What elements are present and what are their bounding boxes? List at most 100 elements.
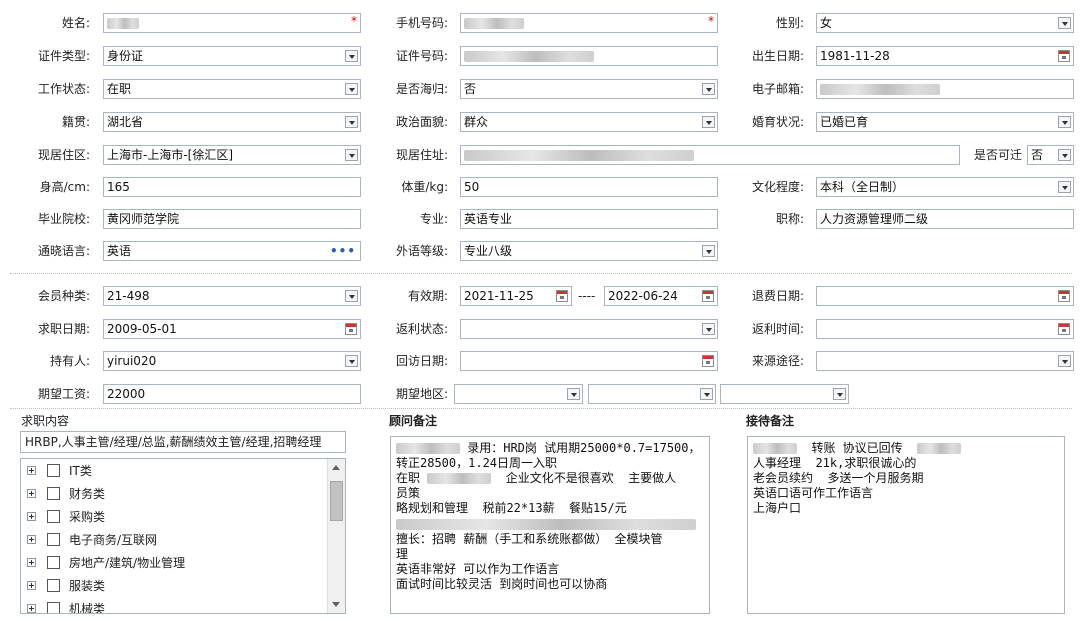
name-input[interactable]: * <box>103 13 361 33</box>
job-date-input[interactable]: 2009-05-01 <box>103 319 361 339</box>
chevron-down-icon[interactable] <box>1058 17 1071 29</box>
calendar-icon[interactable] <box>1058 290 1070 302</box>
holder-value: yirui020 <box>107 354 157 368</box>
email-input[interactable] <box>816 79 1074 99</box>
checkbox[interactable] <box>47 579 60 592</box>
required-mark: * <box>708 14 714 28</box>
calendar-icon[interactable] <box>1058 323 1070 335</box>
id-no-input[interactable] <box>460 46 718 66</box>
valid-from-input[interactable]: 2021-11-25 <box>460 286 572 306</box>
checkbox[interactable] <box>47 602 60 613</box>
more-icon[interactable]: ••• <box>330 242 356 260</box>
title-input[interactable]: 人力资源管理师二级 <box>816 209 1074 229</box>
school-input[interactable]: 黄冈师范学院 <box>103 209 361 229</box>
tree-scrollbar[interactable] <box>327 459 345 613</box>
holder-select[interactable]: yirui020 <box>103 351 361 371</box>
chevron-down-icon[interactable] <box>1058 181 1071 193</box>
lang-level-label: 外语等级: <box>395 244 448 258</box>
note-line: 转账 协议已回传 <box>753 441 962 456</box>
major-value: 英语专业 <box>464 212 513 226</box>
job-category-tree[interactable]: IT类 财务类 采购类 电子商务/互联网 房地产/建筑/物业管理 服装类 机械类 <box>20 458 346 614</box>
chevron-down-icon[interactable] <box>345 355 358 367</box>
chevron-down-icon[interactable] <box>345 149 358 161</box>
calendar-icon[interactable] <box>702 355 714 367</box>
reception-notes-textarea[interactable]: 转账 协议已回传 人事经理 21k,求职很诚心的 老会员续约 多送一个月服务期 … <box>747 436 1065 614</box>
chevron-down-icon[interactable] <box>345 116 358 128</box>
id-type-select[interactable]: 身份证 <box>103 46 361 66</box>
scroll-down-icon[interactable] <box>332 602 340 607</box>
member-type-select[interactable]: 21-498 <box>103 286 361 306</box>
consultant-notes-textarea[interactable]: 录用：HRD岗 试用期25000*0.7=17500， 转正28500，1.24… <box>390 436 710 614</box>
gender-select[interactable]: 女 <box>816 13 1074 33</box>
note-line: 略规划和管理 税前22*13薪 餐贴15/元 <box>396 501 627 515</box>
major-input[interactable]: 英语专业 <box>460 209 718 229</box>
height-value: 165 <box>107 180 130 194</box>
relocate-select[interactable]: 否 <box>1027 145 1074 165</box>
required-mark: * <box>351 14 357 28</box>
job-summary-field[interactable]: HRBP,人事主管/经理/总监,薪酬绩效主管/经理,招聘经理 <box>20 431 346 453</box>
calendar-icon[interactable] <box>1058 50 1070 62</box>
chevron-down-icon[interactable] <box>567 388 580 400</box>
expand-icon[interactable] <box>27 535 36 544</box>
expand-icon[interactable] <box>27 558 36 567</box>
chevron-down-icon[interactable] <box>1058 149 1071 161</box>
holder-label: 持有人: <box>49 354 90 368</box>
expand-icon[interactable] <box>27 512 36 521</box>
checkbox[interactable] <box>47 487 60 500</box>
region-province-select[interactable] <box>454 384 583 404</box>
overseas-select[interactable]: 否 <box>460 79 718 99</box>
redacted-text <box>753 443 797 454</box>
education-value: 本科（全日制） <box>820 180 905 194</box>
rebate-status-select[interactable] <box>460 319 718 339</box>
checkbox[interactable] <box>47 533 60 546</box>
source-select[interactable] <box>816 351 1074 371</box>
region-district-select[interactable] <box>720 384 849 404</box>
birth-date-input[interactable]: 1981-11-28 <box>816 46 1074 66</box>
lang-level-select[interactable]: 专业八级 <box>460 241 718 261</box>
region-city-select[interactable] <box>588 384 716 404</box>
chevron-down-icon[interactable] <box>702 323 715 335</box>
work-status-select[interactable]: 在职 <box>103 79 361 99</box>
scroll-up-icon[interactable] <box>332 465 340 470</box>
chevron-down-icon[interactable] <box>345 290 358 302</box>
language-input[interactable]: 英语 ••• <box>103 241 361 261</box>
note-line: 转正28500，1.24日周一入职 <box>396 456 558 470</box>
calendar-icon[interactable] <box>556 290 568 302</box>
school-value: 黄冈师范学院 <box>107 212 180 226</box>
marital-select[interactable]: 已婚已育 <box>816 112 1074 132</box>
chevron-down-icon[interactable] <box>1058 116 1071 128</box>
expand-icon[interactable] <box>27 581 36 590</box>
native-select[interactable]: 湖北省 <box>103 112 361 132</box>
address-input[interactable] <box>460 145 960 165</box>
expand-icon[interactable] <box>27 604 36 613</box>
chevron-down-icon[interactable] <box>702 245 715 257</box>
scroll-thumb[interactable] <box>330 481 343 521</box>
education-select[interactable]: 本科（全日制） <box>816 177 1074 197</box>
chevron-down-icon[interactable] <box>702 83 715 95</box>
salary-input[interactable]: 22000 <box>103 384 361 404</box>
chevron-down-icon[interactable] <box>700 388 713 400</box>
rebate-time-input[interactable] <box>816 319 1074 339</box>
expand-icon[interactable] <box>27 466 36 475</box>
calendar-icon[interactable] <box>345 323 357 335</box>
checkbox[interactable] <box>47 556 60 569</box>
refund-date-input[interactable] <box>816 286 1074 306</box>
checkbox[interactable] <box>47 510 60 523</box>
phone-input[interactable]: * <box>460 13 718 33</box>
visit-date-input[interactable] <box>460 351 718 371</box>
residence-select[interactable]: 上海市-上海市-[徐汇区] <box>103 145 361 165</box>
political-select[interactable]: 群众 <box>460 112 718 132</box>
chevron-down-icon[interactable] <box>702 116 715 128</box>
language-value: 英语 <box>107 244 132 258</box>
valid-to-input[interactable]: 2022-06-24 <box>604 286 718 306</box>
expand-icon[interactable] <box>27 489 36 498</box>
chevron-down-icon[interactable] <box>345 50 358 62</box>
weight-input[interactable]: 50 <box>460 177 718 197</box>
height-input[interactable]: 165 <box>103 177 361 197</box>
section-divider <box>10 273 1072 274</box>
chevron-down-icon[interactable] <box>345 83 358 95</box>
checkbox[interactable] <box>47 464 60 477</box>
chevron-down-icon[interactable] <box>1058 355 1071 367</box>
chevron-down-icon[interactable] <box>833 388 846 400</box>
calendar-icon[interactable] <box>702 290 714 302</box>
